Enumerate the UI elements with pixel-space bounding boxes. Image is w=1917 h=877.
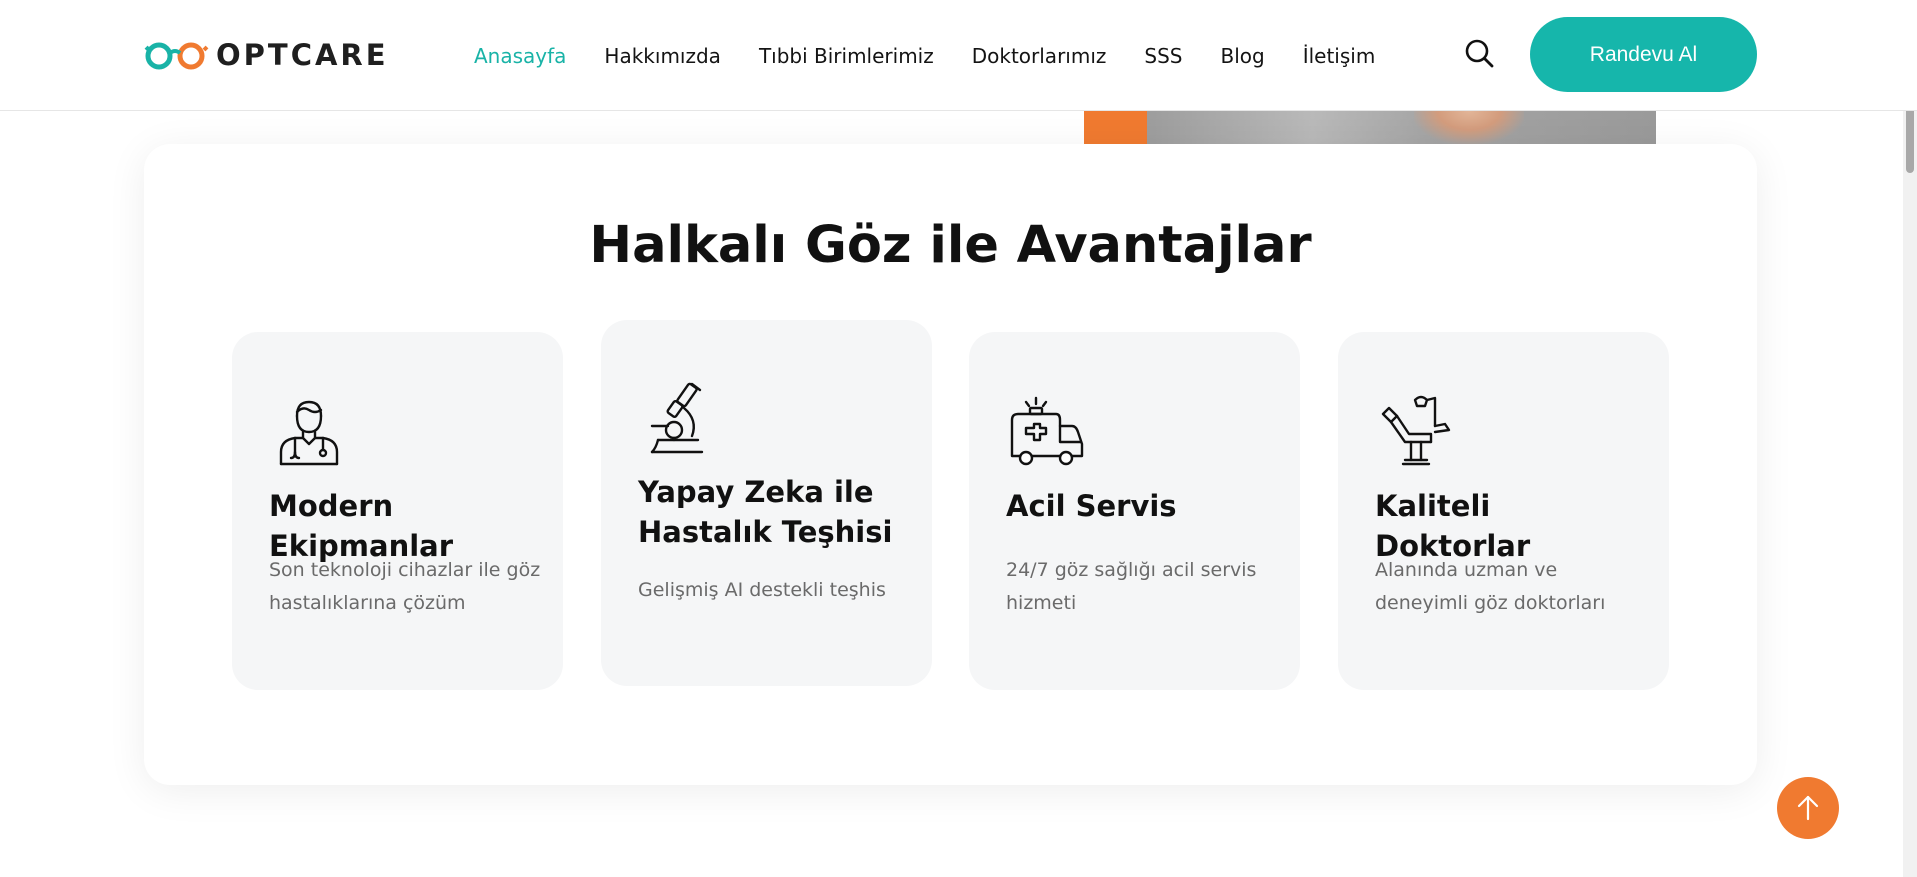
section-title: Halkalı Göz ile Avantajlar (589, 216, 1312, 275)
nav-item-doctors[interactable]: Doktorlarımız (972, 44, 1107, 68)
advantages-section: Halkalı Göz ile Avantajlar Modern Ekipma… (144, 144, 1757, 785)
doctor-icon (279, 400, 339, 466)
feature-description: Son teknoloji cihazlar ile göz hastalıkl… (269, 559, 541, 614)
feature-description: Alanında uzman ve deneyimli göz doktorla… (1375, 559, 1606, 614)
feature-card-quality-doctors[interactable]: Kaliteli Doktorlar Alanında uzman ve den… (1338, 332, 1669, 690)
site-header: OPTCARE Anasayfa Hakkımızda Tıbbi Biriml… (0, 0, 1917, 111)
hero-image (1084, 111, 1656, 144)
microscope-icon (650, 382, 704, 454)
arrow-up-icon (1797, 795, 1819, 821)
logo[interactable]: OPTCARE (144, 38, 389, 72)
feature-title: Yapay Zeka ile Hastalık Teşhisi (638, 475, 893, 549)
feature-card-ai-diagnosis[interactable]: Yapay Zeka ile Hastalık Teşhisi Gelişmiş… (601, 320, 932, 686)
feature-card-emergency[interactable]: Acil Servis 24/7 göz sağlığı acil servis… (969, 332, 1300, 690)
exam-chair-icon (1381, 395, 1451, 466)
nav-item-faq[interactable]: SSS (1144, 44, 1182, 68)
nav-item-home[interactable]: Anasayfa (474, 44, 566, 68)
brand-name: OPTCARE (216, 38, 389, 72)
feature-description: 24/7 göz sağlığı acil servis hizmeti (1006, 559, 1257, 614)
feature-title: Acil Servis (1006, 489, 1177, 523)
page-scrollbar[interactable] (1903, 0, 1917, 877)
nav-item-medical-units[interactable]: Tıbbi Birimlerimiz (759, 44, 934, 68)
scrollbar-thumb[interactable] (1906, 103, 1914, 173)
search-icon (1465, 39, 1494, 68)
appointment-button[interactable]: Randevu Al (1530, 17, 1757, 92)
main-nav: Anasayfa Hakkımızda Tıbbi Birimlerimiz D… (474, 0, 1413, 111)
glasses-logo-icon (144, 42, 209, 70)
nav-item-contact[interactable]: İletişim (1303, 44, 1376, 68)
scroll-to-top-button[interactable] (1777, 777, 1839, 839)
search-button[interactable] (1462, 36, 1496, 70)
nav-item-about[interactable]: Hakkımızda (604, 44, 721, 68)
feature-card-modern-equipment[interactable]: Modern Ekipmanlar Son teknoloji cihazlar… (232, 332, 563, 690)
ambulance-icon (1010, 396, 1084, 466)
feature-description: Gelişmiş AI destekli teşhis (638, 579, 886, 601)
nav-item-blog[interactable]: Blog (1220, 44, 1264, 68)
